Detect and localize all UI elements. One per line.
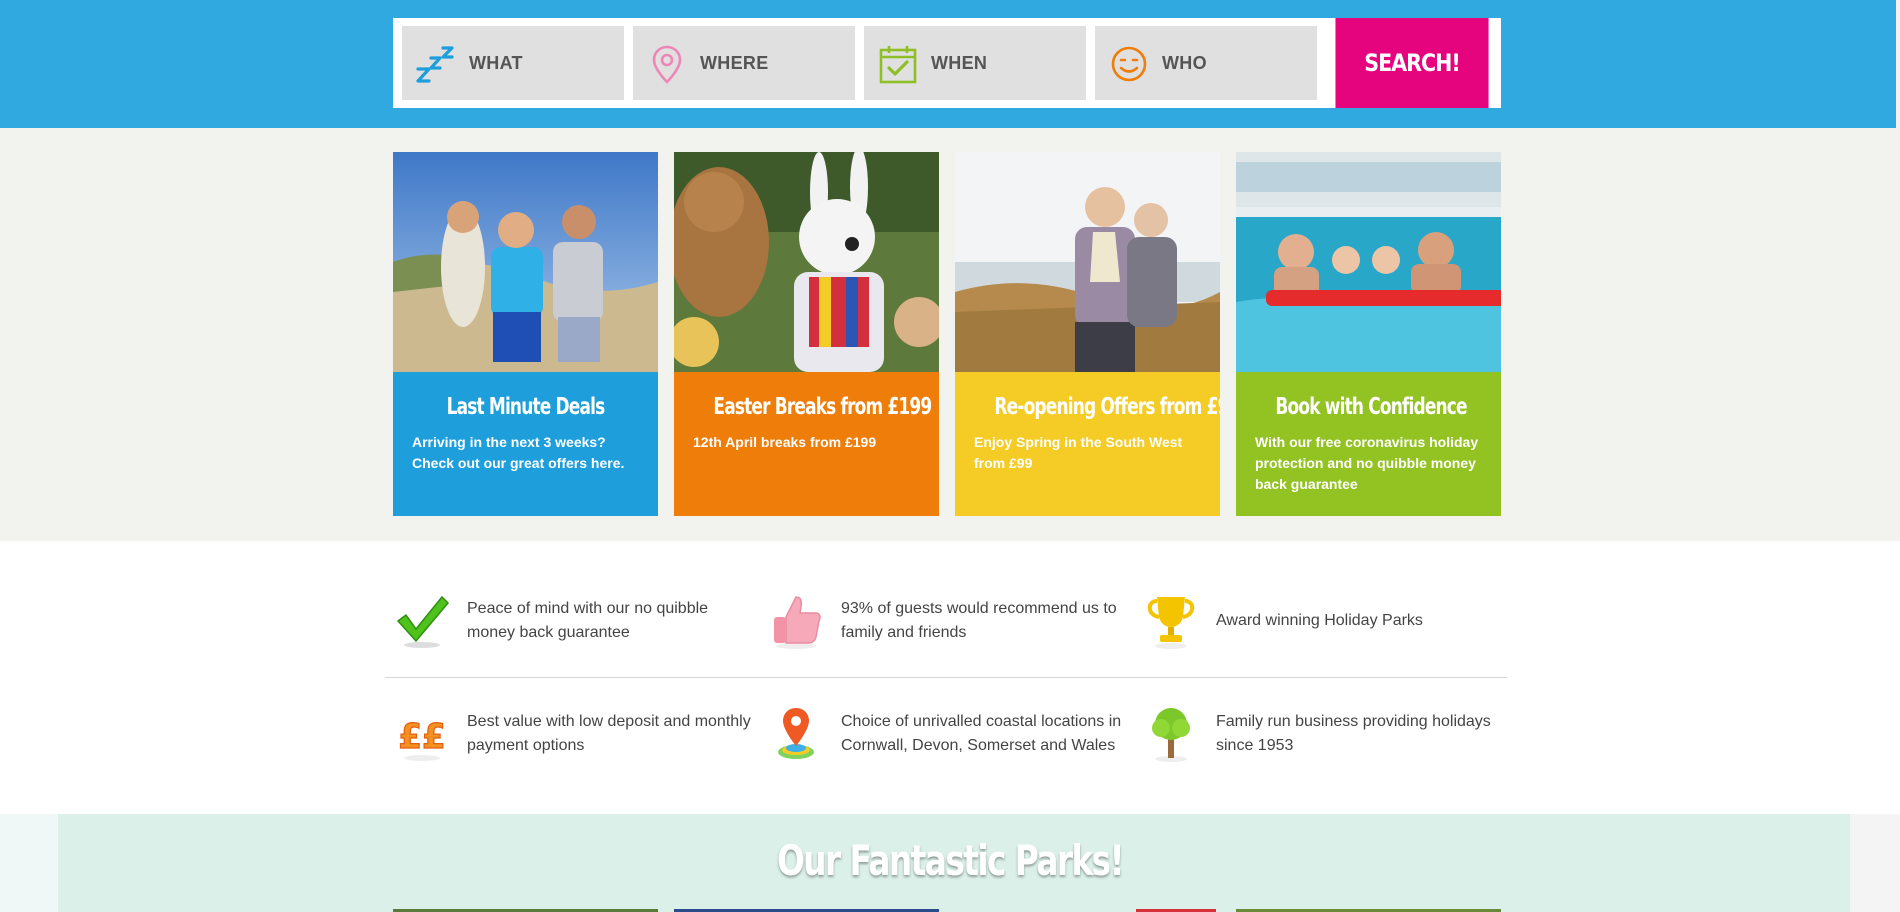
family-beach-photo xyxy=(393,152,658,372)
search-who-label: WHO xyxy=(1162,53,1207,73)
search-what-field[interactable]: WHAT xyxy=(402,26,624,100)
calendar-check-icon xyxy=(879,46,917,84)
offer-title: Last Minute Deals xyxy=(446,394,606,420)
parks-edge-decoration xyxy=(0,814,58,912)
trophy-icon xyxy=(1147,597,1195,649)
search-what-label: WHAT xyxy=(469,53,523,73)
search-who-field[interactable]: WHO xyxy=(1095,26,1317,100)
offer-description: Enjoy Spring in the South West from £99 xyxy=(974,434,1183,471)
couple-dunes-photo xyxy=(955,152,1220,372)
offer-title: Easter Breaks from £199 xyxy=(713,394,932,420)
search-where-label: WHERE xyxy=(700,53,769,73)
feature-item: 93% of guests would recommend us to fami… xyxy=(766,591,1117,651)
offer-title: Re-opening Offers from £99 xyxy=(994,394,1220,420)
offer-panel: Book with Confidence With our free coron… xyxy=(1236,372,1501,516)
offer-card-book-confidence[interactable]: Book with Confidence With our free coron… xyxy=(1236,152,1501,516)
feature-item: Family run business providing holidays s… xyxy=(1141,704,1491,764)
search-button[interactable]: SEARCH! xyxy=(1335,18,1489,108)
map-pin-icon xyxy=(652,45,682,84)
feature-text: Best value with low deposit and monthly … xyxy=(467,713,751,754)
search-when-label: WHEN xyxy=(931,53,988,73)
easter-bunny-photo xyxy=(674,152,939,372)
offer-description: With our free coronavirus holiday protec… xyxy=(1255,434,1479,492)
feature-item: Award winning Holiday Parks xyxy=(1141,591,1471,651)
offer-title: Book with Confidence xyxy=(1275,394,1467,420)
search-when-field[interactable]: WHEN xyxy=(864,26,1086,100)
green-check-icon xyxy=(396,595,450,648)
thumbs-up-icon xyxy=(774,596,821,649)
features-divider xyxy=(385,677,1507,678)
offer-description: 12th April breaks from £199 xyxy=(693,434,877,450)
feature-text: Choice of unrivalled coastal locations i… xyxy=(841,713,1122,754)
svg-text:££: ££ xyxy=(398,717,445,757)
tree-icon xyxy=(1152,708,1190,762)
feature-item: Peace of mind with our no quibble money … xyxy=(392,591,722,651)
parks-edge-decoration xyxy=(1850,814,1900,912)
feature-item: Choice of unrivalled coastal locations i… xyxy=(766,704,1121,764)
feature-item: ££ Best value with low deposit and month… xyxy=(392,704,751,764)
search-where-field[interactable]: WHERE xyxy=(633,26,855,100)
sleep-zzz-icon xyxy=(416,46,454,83)
features-section: Peace of mind with our no quibble money … xyxy=(0,541,1900,814)
location-pin-icon xyxy=(778,708,814,759)
offer-panel: Re-opening Offers from £99 Enjoy Spring … xyxy=(955,372,1220,516)
offer-card-reopening[interactable]: Re-opening Offers from £99 Enjoy Spring … xyxy=(955,152,1220,516)
offer-description: Arriving in the next 3 weeks? Check out … xyxy=(412,434,625,471)
smiley-face-icon xyxy=(1111,46,1147,82)
offer-panel: Last Minute Deals Arriving in the next 3… xyxy=(393,372,658,516)
feature-text: Award winning Holiday Parks xyxy=(1216,612,1423,629)
feature-text: Peace of mind with our no quibble money … xyxy=(467,600,709,641)
feature-text: Family run business providing holidays s… xyxy=(1216,713,1491,754)
parks-section: Our Fantastic Parks! xyxy=(0,814,1900,912)
parks-heading: Our Fantastic Parks! xyxy=(776,836,1125,885)
offer-card-easter[interactable]: Easter Breaks from £199 12th April break… xyxy=(674,152,939,516)
offer-card-last-minute[interactable]: Last Minute Deals Arriving in the next 3… xyxy=(393,152,658,516)
search-bar: WHAT WHERE WHEN WHO SEARCH! xyxy=(393,18,1501,108)
search-band: WHAT WHERE WHEN WHO SEARCH! xyxy=(0,0,1896,128)
family-pool-photo xyxy=(1236,152,1501,372)
pound-sign-icon: ££ xyxy=(398,716,446,761)
feature-text: 93% of guests would recommend us to fami… xyxy=(841,600,1117,641)
offer-panel: Easter Breaks from £199 12th April break… xyxy=(674,372,939,516)
